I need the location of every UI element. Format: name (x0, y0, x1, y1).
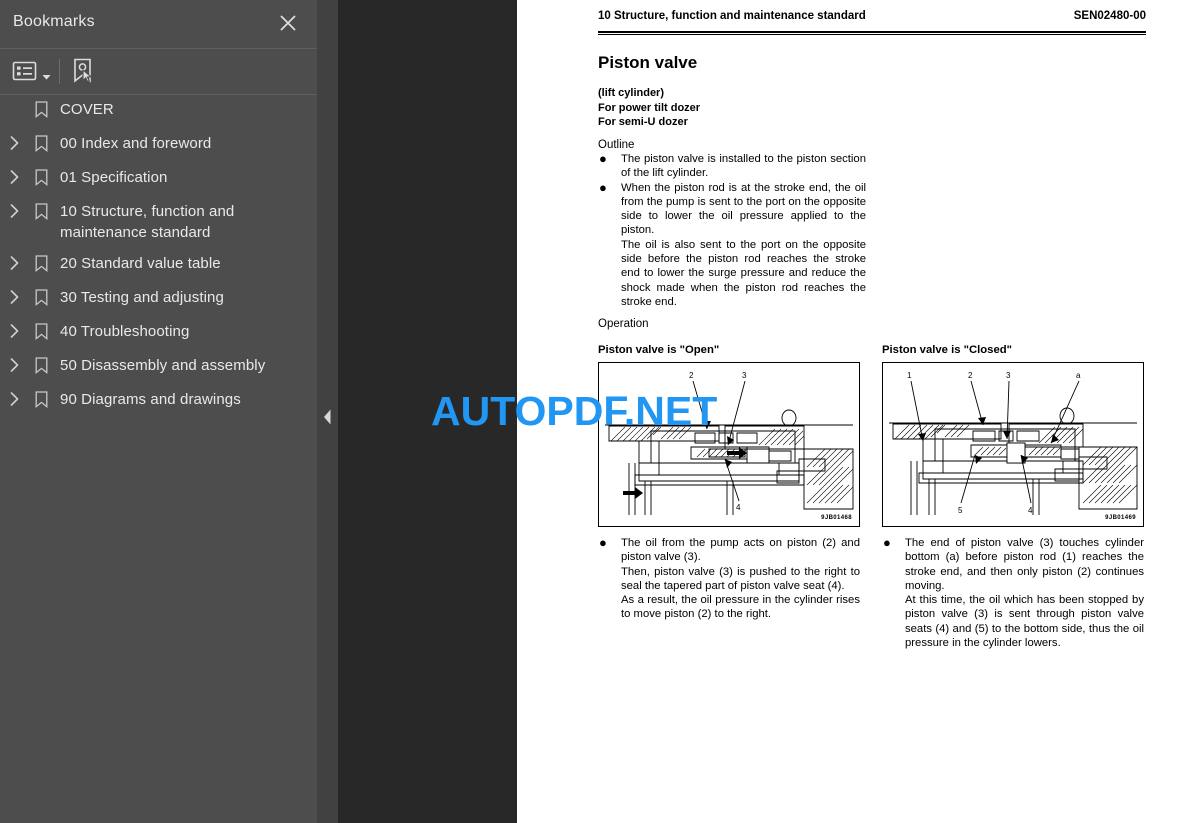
outline-bullet-item: ● When the piston rod is at the stroke en… (598, 179, 866, 310)
bookmark-tree: COVER 00 Index and foreword 01 Specificati… (0, 94, 317, 418)
bullet-glyph: ● (599, 151, 607, 166)
figure-caption: Piston valve is "Open" (598, 344, 720, 356)
figure-note: ● The oil from the pump acts on piston (… (598, 535, 860, 622)
bullet-glyph: ● (599, 535, 607, 550)
bookmark-item[interactable]: 90 Diagrams and drawings (0, 384, 317, 418)
new-bookmark-icon[interactable] (70, 57, 96, 85)
collapse-left-icon[interactable] (317, 400, 338, 434)
paragraph: The oil is also sent to the port on the … (621, 238, 866, 308)
figure-callout: 2 (689, 371, 694, 380)
pdf-reader-window: Bookmarks COVER 00 Index and foreword 01… (0, 0, 1200, 823)
figure-callout: 4 (1028, 506, 1033, 515)
paragraph: The oil from the pump acts on piston (2)… (621, 537, 860, 564)
bookmark-icon (28, 389, 54, 409)
page-subtitle: For semi-U dozer (598, 116, 688, 128)
bullet-glyph: ● (599, 179, 607, 195)
outline-bullet-item: ● The piston valve is installed to the pi… (598, 151, 866, 181)
bookmark-item[interactable]: 50 Disassembly and assembly (0, 350, 317, 384)
chevron-right-icon[interactable] (0, 321, 28, 341)
chevron-right-icon[interactable] (0, 133, 28, 153)
sidebar-toolbar (0, 49, 317, 95)
bookmark-icon (28, 201, 54, 221)
bookmark-item[interactable]: 40 Troubleshooting (0, 316, 317, 350)
bookmark-label: 50 Disassembly and assembly (60, 357, 266, 374)
page-subtitle: For power tilt dozer (598, 101, 701, 114)
chevron-right-icon[interactable] (0, 389, 28, 409)
chevron-down-icon[interactable] (42, 68, 51, 80)
paragraph: The piston valve is installed to the pis… (621, 153, 866, 180)
figure-callout: 1 (907, 371, 912, 380)
toolbar-divider (59, 59, 60, 84)
header-rule-thin (598, 34, 1146, 35)
bookmark-icon (28, 167, 54, 187)
bookmark-icon (28, 99, 54, 119)
figure-code: 9JB01469 (1105, 515, 1136, 521)
figure-block-closed: Piston valve is "Closed" 1 2 3 a 5 4 9JB… (882, 344, 1144, 650)
bookmark-item[interactable]: 20 Standard value table (0, 248, 317, 282)
paragraph: At this time, the oil which has been sto… (905, 594, 1144, 650)
figure-callout: 2 (968, 371, 973, 380)
paragraph: The end of piston valve (3) touches cyli… (905, 537, 1144, 592)
chevron-right-icon[interactable] (0, 253, 28, 273)
sidebar-header: Bookmarks (0, 0, 317, 49)
sidebar-title: Bookmarks (13, 13, 95, 30)
figure-note-text: The oil from the pump acts on piston (2)… (621, 536, 860, 622)
bookmarks-sidebar: Bookmarks COVER 00 Index and foreword 01… (0, 0, 317, 823)
paragraph: As a result, the oil pressure in the cyl… (621, 594, 860, 621)
bookmark-item[interactable]: COVER (0, 94, 317, 128)
page-subtitle: (lift cylinder) (598, 87, 665, 99)
close-icon[interactable] (277, 12, 299, 34)
figure-note: ● The end of piston valve (3) touches cy… (882, 535, 1144, 650)
figure-image-closed: 1 2 3 a 5 4 9JB01469 (882, 362, 1144, 527)
figure-image-open: 2 3 4 9JB01468 (598, 362, 860, 527)
bookmark-label: 20 Standard value table (60, 255, 221, 272)
bookmark-icon (28, 253, 54, 273)
bookmark-label: 01 Specification (60, 169, 168, 186)
figure-note-text: The end of piston valve (3) touches cyli… (905, 536, 1144, 650)
bookmark-label: COVER (60, 101, 114, 118)
figure-caption: Piston valve is "Closed" (882, 344, 1013, 356)
bookmark-item[interactable]: 10 Structure, function and maintenance s… (0, 196, 317, 248)
outline-bullet-text: When the piston rod is at the stroke end… (621, 181, 866, 310)
outline-bullet-text: The piston valve is installed to the pis… (621, 152, 866, 181)
figure-callout: 5 (958, 506, 963, 515)
figure-callout: 3 (742, 371, 747, 380)
bookmark-icon (28, 321, 54, 341)
bookmark-label: 30 Testing and adjusting (60, 289, 224, 306)
bookmark-label: 90 Diagrams and drawings (60, 391, 241, 408)
bookmark-icon (28, 133, 54, 153)
page-title: Piston valve (598, 53, 698, 72)
figure-code: 9JB01468 (821, 515, 852, 521)
page-header-right: SEN02480-00 (1073, 10, 1146, 22)
bookmark-label: 40 Troubleshooting (60, 323, 190, 340)
chevron-right-icon[interactable] (0, 201, 28, 221)
page-subtitles: (lift cylinder) For power tilt dozer For s… (598, 86, 700, 130)
bookmark-icon (28, 287, 54, 307)
header-rule-thick (598, 31, 1146, 33)
paragraph: When the piston rod is at the stroke end… (621, 181, 866, 237)
bookmark-item[interactable]: 00 Index and foreword (0, 128, 317, 162)
operation-heading: Operation (598, 318, 649, 330)
bookmark-item[interactable]: 30 Testing and adjusting (0, 282, 317, 316)
pdf-page: 10 Structure, function and maintenance s… (517, 0, 1200, 823)
bookmark-label: 00 Index and foreword (60, 135, 212, 152)
figure-callout: 4 (736, 503, 741, 512)
chevron-right-icon[interactable] (0, 167, 28, 187)
figure-block-open: Piston valve is "Open" 2 3 4 9JB01468 ● … (598, 344, 860, 622)
outline-heading: Outline (598, 139, 635, 151)
page-header-left: 10 Structure, function and maintenance s… (598, 10, 866, 22)
figure-callout: 3 (1006, 371, 1011, 380)
outline-bullet-list: ● The piston valve is installed to the pi… (598, 151, 866, 310)
chevron-right-icon[interactable] (0, 287, 28, 307)
figure-callout: a (1076, 371, 1081, 380)
paragraph: Then, piston valve (3) is pushed to the … (621, 565, 860, 592)
bookmark-label: 10 Structure, function and maintenance s… (60, 203, 235, 241)
chevron-right-icon[interactable] (0, 355, 28, 375)
bookmark-item[interactable]: 01 Specification (0, 162, 317, 196)
bullet-glyph: ● (883, 535, 891, 550)
bookmark-icon (28, 355, 54, 375)
list-options-icon[interactable] (12, 59, 38, 83)
